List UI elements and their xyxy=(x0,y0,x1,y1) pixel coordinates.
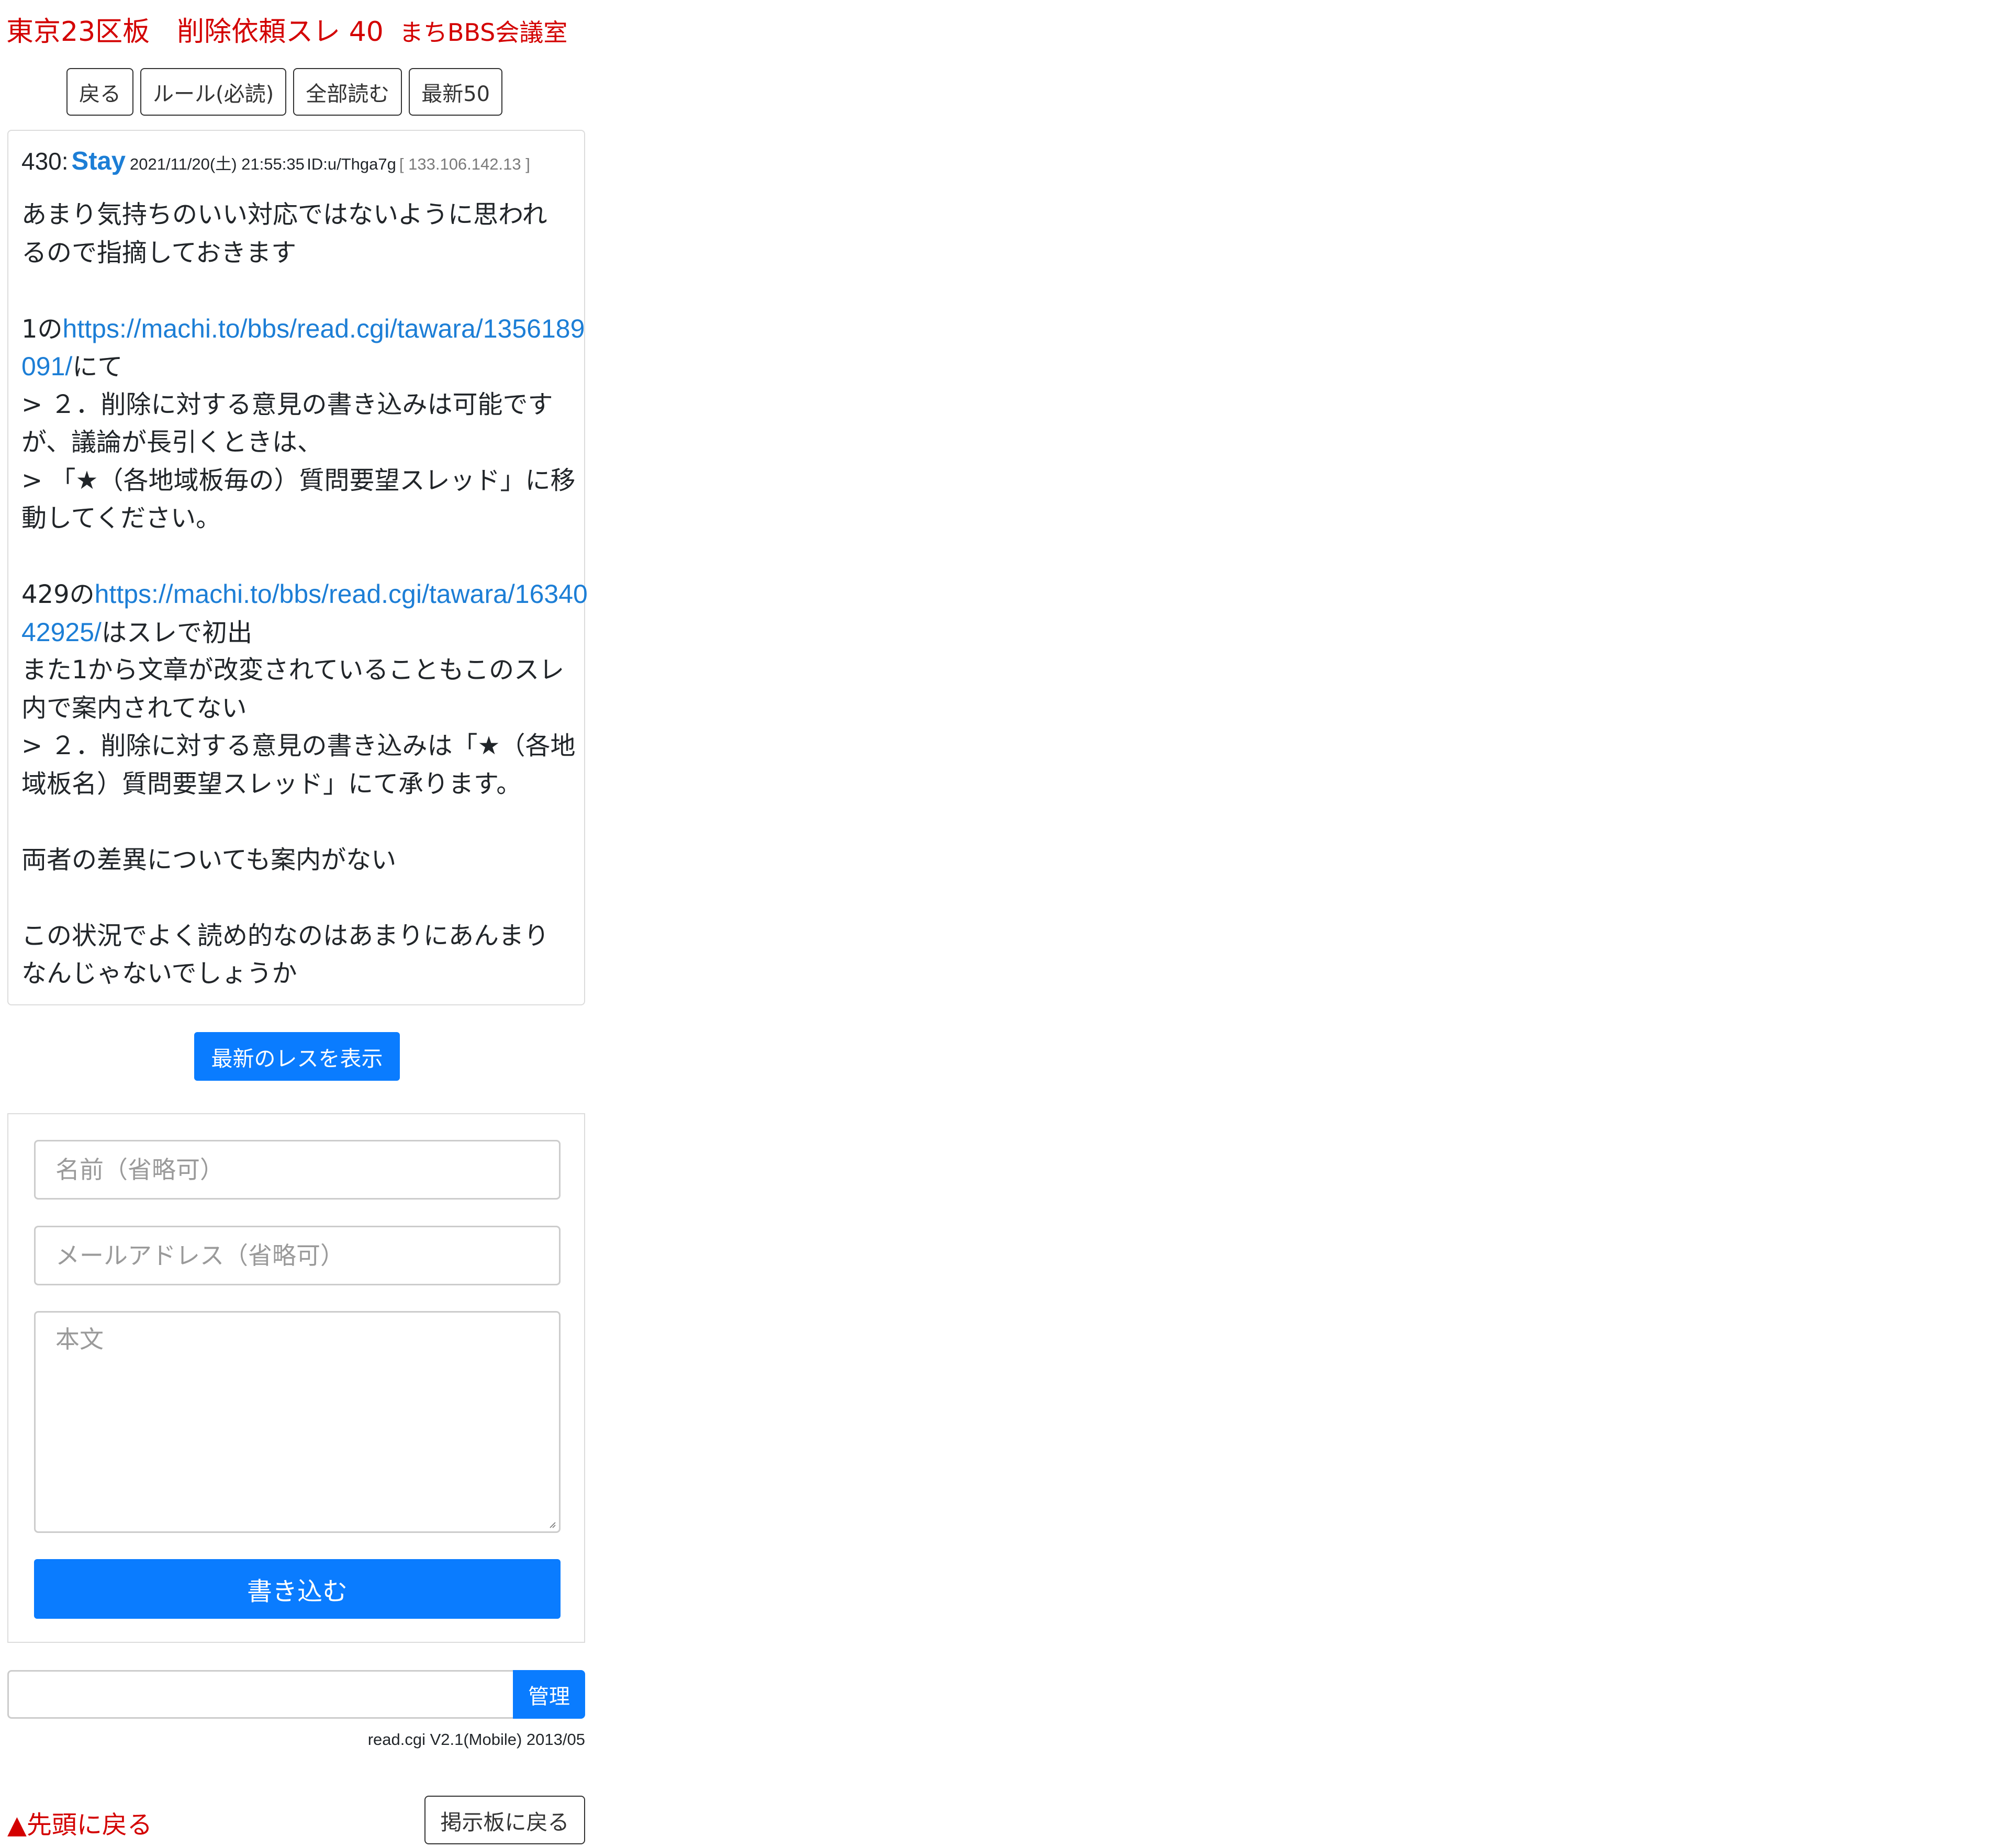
post-blank-line xyxy=(21,879,581,917)
post-blank-line xyxy=(21,537,581,576)
body-placeholder: 本文 xyxy=(55,1325,104,1353)
post-line: また1から文章が改変されていることもこのスレ xyxy=(21,655,565,685)
thread-link-1[interactable]: https://machi.to/bbs/read.cgi/tawara/135… xyxy=(63,314,585,343)
poster-ip: [ 133.106.142.13 ] xyxy=(399,155,530,173)
back-button[interactable]: 戻る xyxy=(66,68,133,116)
rules-button[interactable]: ルール(必読) xyxy=(140,68,287,116)
poster-id: ID:u/Thga7g xyxy=(307,155,396,173)
post-line: 域板名）質問要望スレッド」にて承ります。 xyxy=(21,769,522,799)
post-line: るので指摘しておきます xyxy=(21,238,297,267)
admin-button[interactable]: 管理 xyxy=(513,1670,585,1719)
post-line: > ２．削除に対する意見の書き込みは可能です xyxy=(21,389,553,419)
post-line: 091/にて xyxy=(21,348,581,386)
show-latest-button[interactable]: 最新のレスを表示 xyxy=(194,1032,400,1081)
name-input[interactable]: 名前（省略可） xyxy=(34,1140,561,1200)
post-line: 42925/はスレで初出 xyxy=(21,613,581,652)
thread-link-1-cont[interactable]: 091/ xyxy=(21,352,72,381)
post-text: はスレで初出 xyxy=(101,618,252,647)
post-line: > ２．削除に対する意見の書き込みは「★（各地 xyxy=(21,731,576,760)
site-name-link[interactable]: まちBBS会議室 xyxy=(399,18,568,47)
admin-input[interactable] xyxy=(7,1670,513,1719)
back-to-board-button[interactable]: 掲示板に戻る xyxy=(424,1796,585,1844)
post-line: 内で案内されてない xyxy=(21,693,247,723)
email-input[interactable]: メールアドレス（省略可） xyxy=(34,1226,561,1285)
page-header: 東京23区板 削除依頼スレ 40 まちBBS会議室 xyxy=(6,9,567,49)
thread-title[interactable]: 東京23区板 削除依頼スレ 40 xyxy=(6,16,384,48)
post-line: 429のhttps://machi.to/bbs/read.cgi/tawara… xyxy=(21,575,588,613)
body-textarea[interactable]: 本文 xyxy=(34,1311,561,1533)
post-blank-line xyxy=(21,272,581,310)
post-blank-line xyxy=(21,803,581,841)
nav-button-group: 戻る ルール(必読) 全部読む 最新50 xyxy=(66,68,503,117)
post-form: 名前（省略可） メールアドレス（省略可） 本文 書き込む xyxy=(7,1113,585,1643)
post-line: が、議論が長引くときは、 xyxy=(21,428,323,457)
post-header: 430: Stay 2021/11/20(土) 21:55:35 ID:u/Thga… xyxy=(21,147,530,176)
latest50-button[interactable]: 最新50 xyxy=(409,68,503,116)
submit-button[interactable]: 書き込む xyxy=(34,1559,561,1619)
thread-link-2[interactable]: https://machi.to/bbs/read.cgi/tawara/163… xyxy=(95,579,588,609)
post-line: あまり気持ちのいい対応ではないように思われ xyxy=(21,200,547,229)
back-to-top-link[interactable]: ▲先頭に戻る xyxy=(7,1804,152,1841)
post-datetime: 2021/11/20(土) 21:55:35 xyxy=(130,155,305,173)
resize-handle-icon[interactable] xyxy=(547,1520,556,1528)
post-line: この状況でよく読め的なのはあまりにあんまり xyxy=(21,921,550,950)
poster-name: Stay xyxy=(71,147,126,175)
post-line: 1のhttps://machi.to/bbs/read.cgi/tawara/1… xyxy=(21,310,585,348)
post-text: 1の xyxy=(21,314,63,344)
post-line: 両者の差異についても案内がない xyxy=(21,845,397,875)
admin-row: 管理 xyxy=(7,1670,585,1719)
version-text: read.cgi V2.1(Mobile) 2013/05 xyxy=(367,1730,585,1749)
post-line: 動してください。 xyxy=(21,503,221,533)
post-line: > 「★（各地域板毎の）質問要望スレッド」に移 xyxy=(21,465,576,495)
post-text: 429の xyxy=(21,580,95,609)
post-line: なんじゃないでしょうか xyxy=(21,959,297,988)
thread-link-2-cont[interactable]: 42925/ xyxy=(21,618,102,647)
post-text: にて xyxy=(72,352,123,382)
post-number[interactable]: 430: xyxy=(21,148,69,175)
post-card: 430: Stay 2021/11/20(土) 21:55:35 ID:u/Thga… xyxy=(7,130,588,1005)
post-body: あまり気持ちのいい対応ではないように思われ るので指摘しておきます 1のhttp… xyxy=(21,196,588,993)
read-all-button[interactable]: 全部読む xyxy=(293,68,402,116)
